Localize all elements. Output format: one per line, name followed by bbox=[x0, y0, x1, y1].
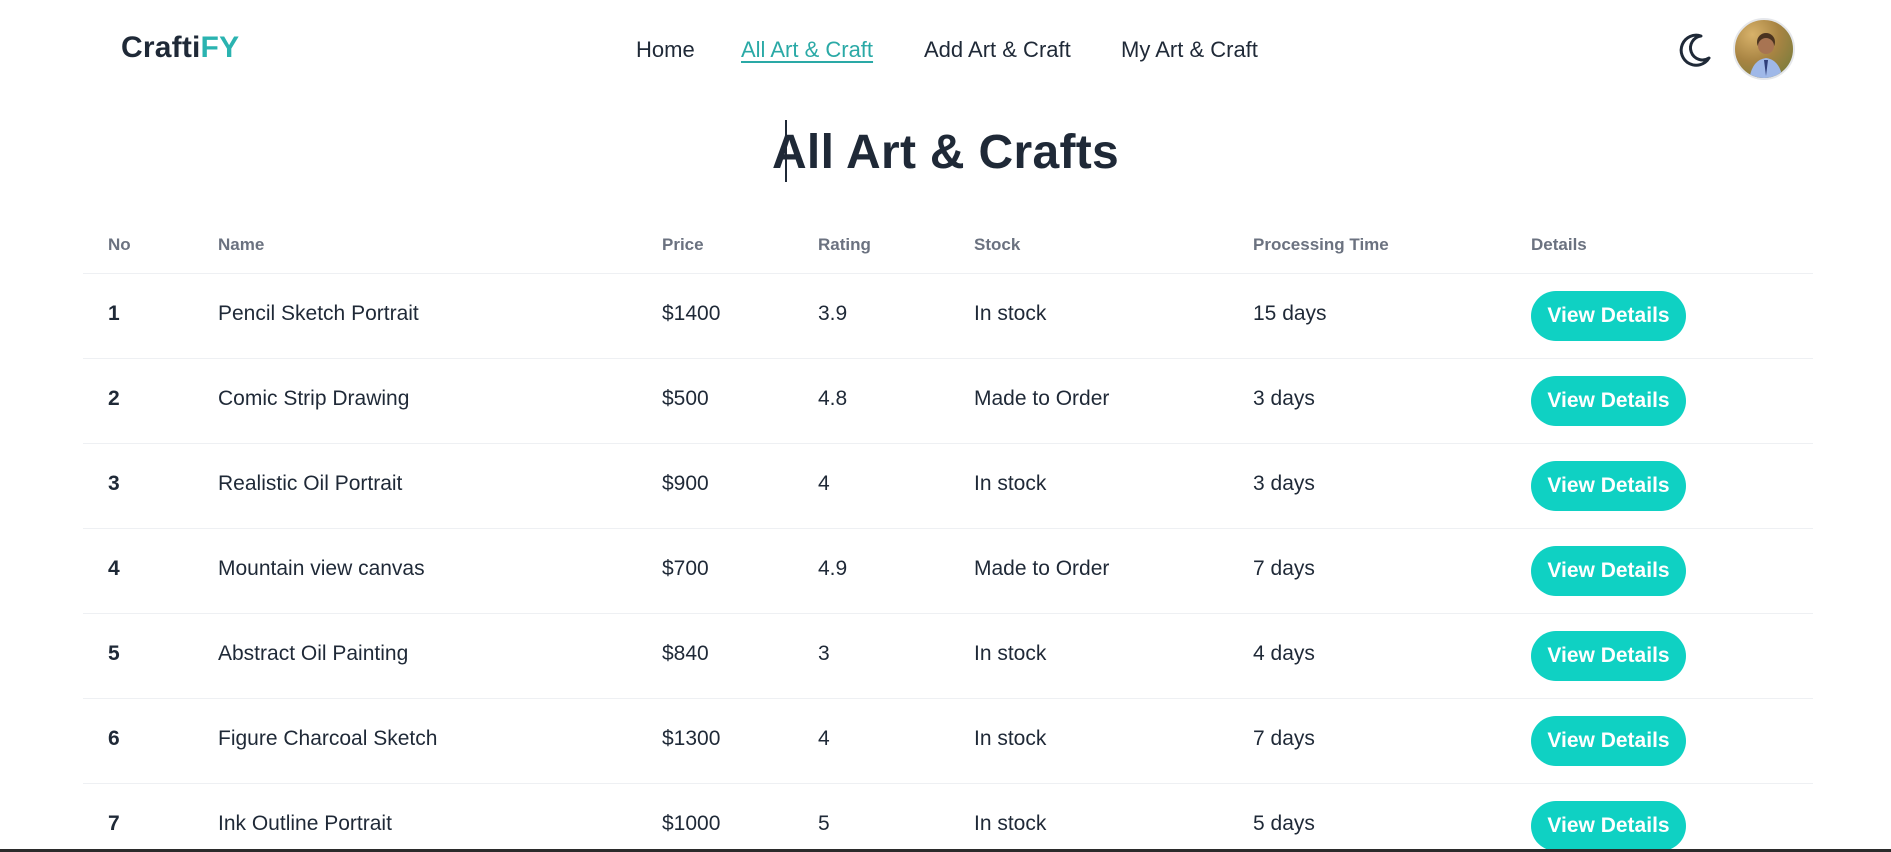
view-details-button[interactable]: View Details bbox=[1531, 801, 1686, 851]
table-row: 6 Figure Charcoal Sketch $1300 4 In stoc… bbox=[83, 699, 1813, 784]
item-stock: In stock bbox=[974, 302, 1047, 325]
navbar: CraftiFY Home All Art & Craft Add Art & … bbox=[0, 0, 1891, 100]
item-processing-time: 3 days bbox=[1253, 387, 1315, 410]
main-nav: Home All Art & Craft Add Art & Craft My … bbox=[0, 37, 1891, 65]
item-price: $500 bbox=[662, 387, 709, 410]
item-name: Ink Outline Portrait bbox=[218, 812, 392, 835]
item-stock: In stock bbox=[974, 812, 1047, 835]
user-avatar[interactable] bbox=[1733, 18, 1795, 80]
nav-link-my-art-craft[interactable]: My Art & Craft bbox=[1121, 37, 1258, 63]
row-number: 1 bbox=[108, 302, 120, 325]
item-rating: 4.9 bbox=[818, 557, 848, 580]
item-price: $840 bbox=[662, 642, 709, 665]
table-header-row: No Name Price Rating Stock Processing Ti… bbox=[83, 222, 1813, 274]
column-header-processing-time: Processing Time bbox=[1253, 235, 1389, 254]
column-header-no: No bbox=[108, 235, 131, 254]
column-header-name: Name bbox=[218, 235, 265, 254]
item-price: $700 bbox=[662, 557, 709, 580]
row-number: 7 bbox=[108, 812, 120, 835]
item-stock: Made to Order bbox=[974, 557, 1110, 580]
item-name: Pencil Sketch Portrait bbox=[218, 302, 419, 325]
row-number: 4 bbox=[108, 557, 120, 580]
table-row: 3 Realistic Oil Portrait $900 4 In stock… bbox=[83, 444, 1813, 529]
column-header-rating: Rating bbox=[818, 235, 871, 254]
item-rating: 5 bbox=[818, 812, 830, 835]
table-row: 7 Ink Outline Portrait $1000 5 In stock … bbox=[83, 784, 1813, 852]
view-details-button[interactable]: View Details bbox=[1531, 376, 1686, 426]
item-name: Abstract Oil Painting bbox=[218, 642, 409, 665]
item-price: $1300 bbox=[662, 727, 721, 750]
row-number: 6 bbox=[108, 727, 120, 750]
item-name: Comic Strip Drawing bbox=[218, 387, 410, 410]
nav-link-home[interactable]: Home bbox=[636, 37, 695, 63]
item-rating: 4 bbox=[818, 472, 830, 495]
item-rating: 4.8 bbox=[818, 387, 848, 410]
nav-link-all-art-craft[interactable]: All Art & Craft bbox=[741, 37, 873, 63]
item-processing-time: 15 days bbox=[1253, 302, 1327, 325]
item-processing-time: 7 days bbox=[1253, 557, 1315, 580]
column-header-details: Details bbox=[1531, 235, 1587, 254]
item-processing-time: 3 days bbox=[1253, 472, 1315, 495]
item-stock: Made to Order bbox=[974, 387, 1110, 410]
page-title: All Art & Crafts bbox=[771, 126, 1120, 179]
item-stock: In stock bbox=[974, 642, 1047, 665]
item-processing-time: 7 days bbox=[1253, 727, 1315, 750]
table-row: 5 Abstract Oil Painting $840 3 In stock … bbox=[83, 614, 1813, 699]
table-row: 1 Pencil Sketch Portrait $1400 3.9 In st… bbox=[83, 274, 1813, 359]
nav-link-add-art-craft[interactable]: Add Art & Craft bbox=[924, 37, 1071, 63]
item-name: Mountain view canvas bbox=[218, 557, 425, 580]
item-price: $900 bbox=[662, 472, 709, 495]
item-stock: In stock bbox=[974, 727, 1047, 750]
view-details-button[interactable]: View Details bbox=[1531, 461, 1686, 511]
item-rating: 3.9 bbox=[818, 302, 848, 325]
crafts-table: No Name Price Rating Stock Processing Ti… bbox=[83, 222, 1813, 852]
row-number: 5 bbox=[108, 642, 120, 665]
view-details-button[interactable]: View Details bbox=[1531, 546, 1686, 596]
row-number: 3 bbox=[108, 472, 120, 495]
moon-icon[interactable] bbox=[1675, 30, 1715, 70]
view-details-button[interactable]: View Details bbox=[1531, 716, 1686, 766]
column-header-price: Price bbox=[662, 235, 704, 254]
item-price: $1400 bbox=[662, 302, 721, 325]
item-stock: In stock bbox=[974, 472, 1047, 495]
table-row: 4 Mountain view canvas $700 4.9 Made to … bbox=[83, 529, 1813, 614]
view-details-button[interactable]: View Details bbox=[1531, 631, 1686, 681]
item-rating: 4 bbox=[818, 727, 830, 750]
item-name: Figure Charcoal Sketch bbox=[218, 727, 438, 750]
row-number: 2 bbox=[108, 387, 120, 410]
item-name: Realistic Oil Portrait bbox=[218, 472, 403, 495]
item-processing-time: 4 days bbox=[1253, 642, 1315, 665]
column-header-stock: Stock bbox=[974, 235, 1021, 254]
item-rating: 3 bbox=[818, 642, 830, 665]
item-price: $1000 bbox=[662, 812, 721, 835]
item-processing-time: 5 days bbox=[1253, 812, 1315, 835]
view-details-button[interactable]: View Details bbox=[1531, 291, 1686, 341]
table-row: 2 Comic Strip Drawing $500 4.8 Made to O… bbox=[83, 359, 1813, 444]
